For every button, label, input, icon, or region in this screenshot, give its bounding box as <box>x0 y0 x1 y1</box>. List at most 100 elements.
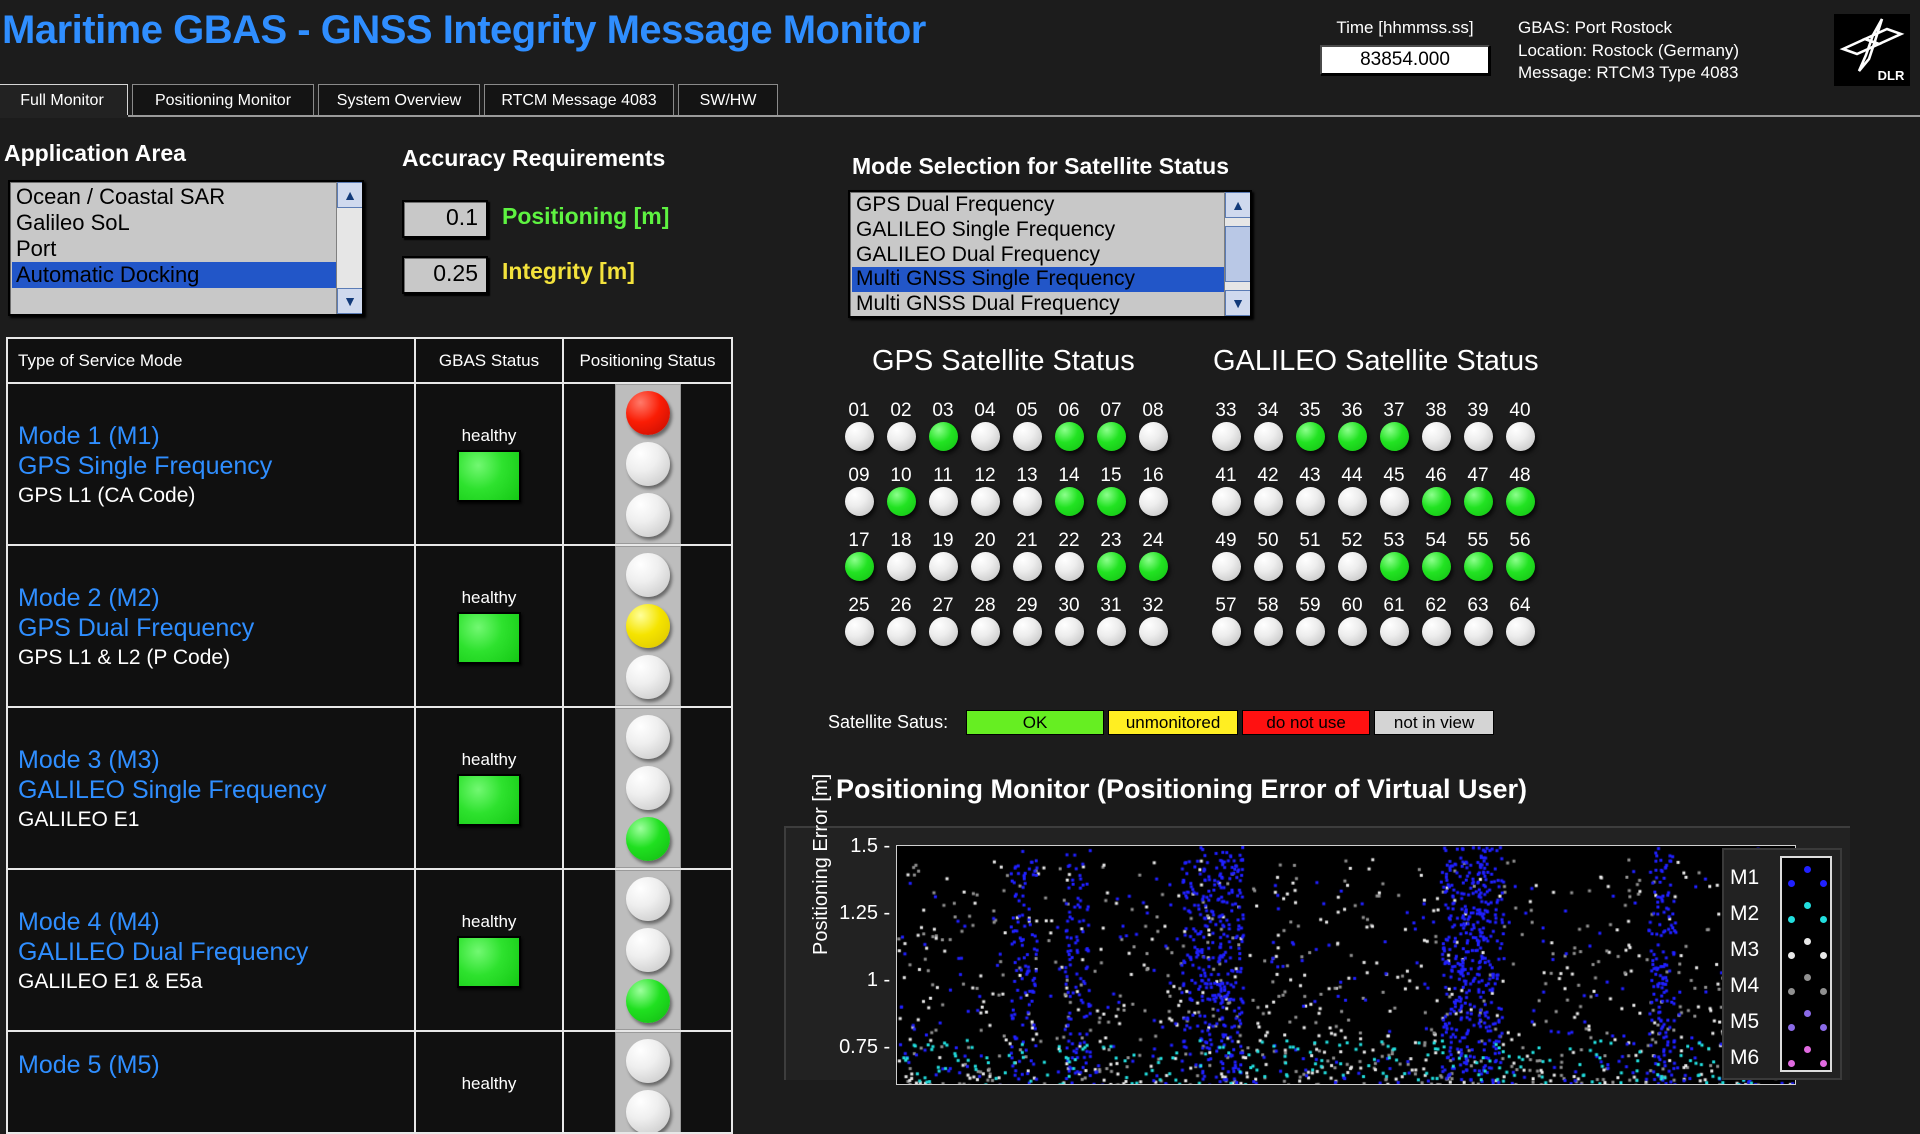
satellite-status-indicator <box>886 552 916 581</box>
legend-series-m1[interactable]: M1 <box>1724 860 1780 896</box>
legend-chip-do-not-use: do not use <box>1242 710 1371 735</box>
satellite-indicator-cell <box>880 552 922 581</box>
gbas-status-cell: healthy <box>416 708 564 868</box>
service-mode-cell: Mode 5 (M5) <box>8 1032 416 1132</box>
tab-rtcm-message-4083[interactable]: RTCM Message 4083 <box>484 84 674 116</box>
gps-satellite-status-title: GPS Satellite Status <box>872 345 1135 377</box>
satellite-status-indicator <box>1421 487 1451 516</box>
service-mode-cell: Mode 1 (M1) GPS Single Frequency GPS L1 … <box>8 384 416 544</box>
scroll-up-icon[interactable]: ▲ <box>1225 192 1250 218</box>
list-item-selected[interactable]: Automatic Docking <box>12 261 362 288</box>
mode-selection-listbox[interactable]: GPS Dual Frequency GALILEO Single Freque… <box>848 190 1252 318</box>
legend-chip-unmonitored: unmonitored <box>1108 710 1239 735</box>
satellite-indicator-cell <box>1132 422 1174 451</box>
integrity-accuracy-field[interactable]: 0.25 <box>402 256 488 294</box>
legend-marker-m1 <box>1804 866 1811 873</box>
service-mode-table: Type of Service Mode GBAS Status Positio… <box>6 337 733 1134</box>
accuracy-requirements-title: Accuracy Requirements <box>402 145 666 171</box>
satellite-indicator-cell <box>838 552 880 581</box>
satellite-indicator-cell <box>1090 487 1132 516</box>
legend-series-m3[interactable]: M3 <box>1724 932 1780 968</box>
time-value-field[interactable]: 83854.000 <box>1320 45 1490 75</box>
satellite-status-indicator <box>1138 617 1168 646</box>
list-item-selected[interactable]: Multi GNSS Single Frequency <box>852 267 1250 293</box>
satellite-status-indicator <box>1295 552 1325 581</box>
positioning-status-cell <box>564 1032 731 1132</box>
tab-system-overview[interactable]: System Overview <box>318 84 480 116</box>
satellite-indicator-cell <box>1331 422 1373 451</box>
scroll-up-icon[interactable]: ▲ <box>337 182 362 208</box>
gbas-status-text: healthy <box>461 426 517 445</box>
table-row[interactable]: Mode 2 (M2) GPS Dual Frequency GPS L1 & … <box>8 546 731 708</box>
tab-sw-hw[interactable]: SW/HW <box>678 84 778 116</box>
satellite-indicator-cell <box>922 487 964 516</box>
application-area-scrollbar[interactable]: ▲ ▼ <box>336 182 362 314</box>
satellite-indicator-cell <box>1373 552 1415 581</box>
satellite-id-row: 01 02 03 04 05 06 07 08 <box>838 400 1174 422</box>
list-item[interactable]: Port <box>12 236 362 262</box>
satellite-id: 27 <box>932 595 954 616</box>
satellite-status-indicator <box>970 422 1000 451</box>
galileo-satellite-status-title: GALILEO Satellite Status <box>1213 345 1539 377</box>
satellite-indicator-cell <box>1499 617 1541 646</box>
legend-marker-m6 <box>1820 1060 1827 1067</box>
list-item[interactable]: Ocean / Coastal SAR <box>12 184 362 210</box>
legend-marker-m5 <box>1820 1024 1827 1031</box>
satellite-indicator-cell <box>1006 552 1048 581</box>
tab-full-monitor[interactable]: Full Monitor <box>0 84 128 116</box>
application-area-listbox[interactable]: Ocean / Coastal SAR Galileo SoL Port Aut… <box>8 180 364 316</box>
satellite-status-indicator <box>1253 617 1283 646</box>
satellite-id: 40 <box>1509 400 1531 421</box>
list-item[interactable]: GPS Dual Frequency <box>852 193 1250 218</box>
table-row[interactable]: Mode 5 (M5) healthy <box>8 1032 731 1132</box>
satellite-indicator-cell <box>1373 617 1415 646</box>
satellite-indicator-row <box>1205 487 1541 516</box>
list-item[interactable]: GALILEO Dual Frequency <box>852 243 1250 268</box>
gbas-status-cell: healthy <box>416 384 564 544</box>
satellite-status-indicator <box>1337 617 1367 646</box>
satellite-status-indicator <box>1379 422 1409 451</box>
application-area-title: Application Area <box>4 140 186 166</box>
satellite-id: 57 <box>1215 595 1237 616</box>
legend-series-m5[interactable]: M5 <box>1724 1004 1780 1040</box>
gbas-status-indicator <box>457 774 521 826</box>
scroll-down-icon[interactable]: ▼ <box>1225 290 1250 316</box>
dlr-logo-icon: DLR <box>1839 18 1905 83</box>
satellite-status-indicator <box>1012 422 1042 451</box>
mode-selection-scrollbar[interactable]: ▲ ▼ <box>1224 192 1250 316</box>
list-item[interactable]: Galileo SoL <box>12 210 362 236</box>
table-row[interactable]: Mode 3 (M3) GALILEO Single Frequency GAL… <box>8 708 731 870</box>
legend-marker-m5 <box>1804 1010 1811 1017</box>
lamp-red <box>625 553 670 597</box>
galileo-satellite-grid: 33 34 35 36 37 38 39 40 41 42 43 44 45 46 47 48 49 50 51 52… <box>1205 400 1541 660</box>
satellite-status-indicator <box>1337 552 1367 581</box>
satellite-status-indicator <box>970 487 1000 516</box>
satellite-indicator-cell <box>1006 422 1048 451</box>
lamp-red <box>625 877 670 921</box>
list-item[interactable]: GALILEO Single Frequency <box>852 218 1250 243</box>
satellite-id: 18 <box>890 530 912 551</box>
positioning-accuracy-field[interactable]: 0.1 <box>402 200 488 238</box>
gbas-message-line: Message: RTCM3 Type 4083 <box>1518 63 1739 83</box>
satellite-status-indicator <box>1211 617 1241 646</box>
satellite-status-indicator <box>886 617 916 646</box>
satellite-id: 10 <box>890 465 912 486</box>
legend-chip-ok: OK <box>966 710 1105 735</box>
satellite-indicator-row <box>1205 617 1541 646</box>
satellite-id-row: 41 42 43 44 45 46 47 48 <box>1205 465 1541 487</box>
satellite-indicator-cell <box>1415 552 1457 581</box>
legend-series-m4[interactable]: M4 <box>1724 968 1780 1004</box>
table-row[interactable]: Mode 1 (M1) GPS Single Frequency GPS L1 … <box>8 384 731 546</box>
table-row[interactable]: Mode 4 (M4) GALILEO Dual Frequency GALIL… <box>8 870 731 1032</box>
app-window: Maritime GBAS - GNSS Integrity Message M… <box>0 0 1920 1134</box>
satellite-status-indicator <box>1295 422 1325 451</box>
mode-frequency: GALILEO Dual Frequency <box>18 938 309 966</box>
scrollbar-thumb[interactable] <box>1225 226 1250 282</box>
legend-series-m2[interactable]: M2 <box>1724 896 1780 932</box>
legend-series-m6[interactable]: M6 <box>1724 1040 1780 1076</box>
satellite-status-indicator <box>1253 422 1283 451</box>
list-item[interactable]: Multi GNSS Dual Frequency <box>852 292 1250 316</box>
scroll-down-icon[interactable]: ▼ <box>337 288 362 314</box>
mode-frequency: GPS Dual Frequency <box>18 614 255 642</box>
tab-positioning-monitor[interactable]: Positioning Monitor <box>132 84 314 116</box>
